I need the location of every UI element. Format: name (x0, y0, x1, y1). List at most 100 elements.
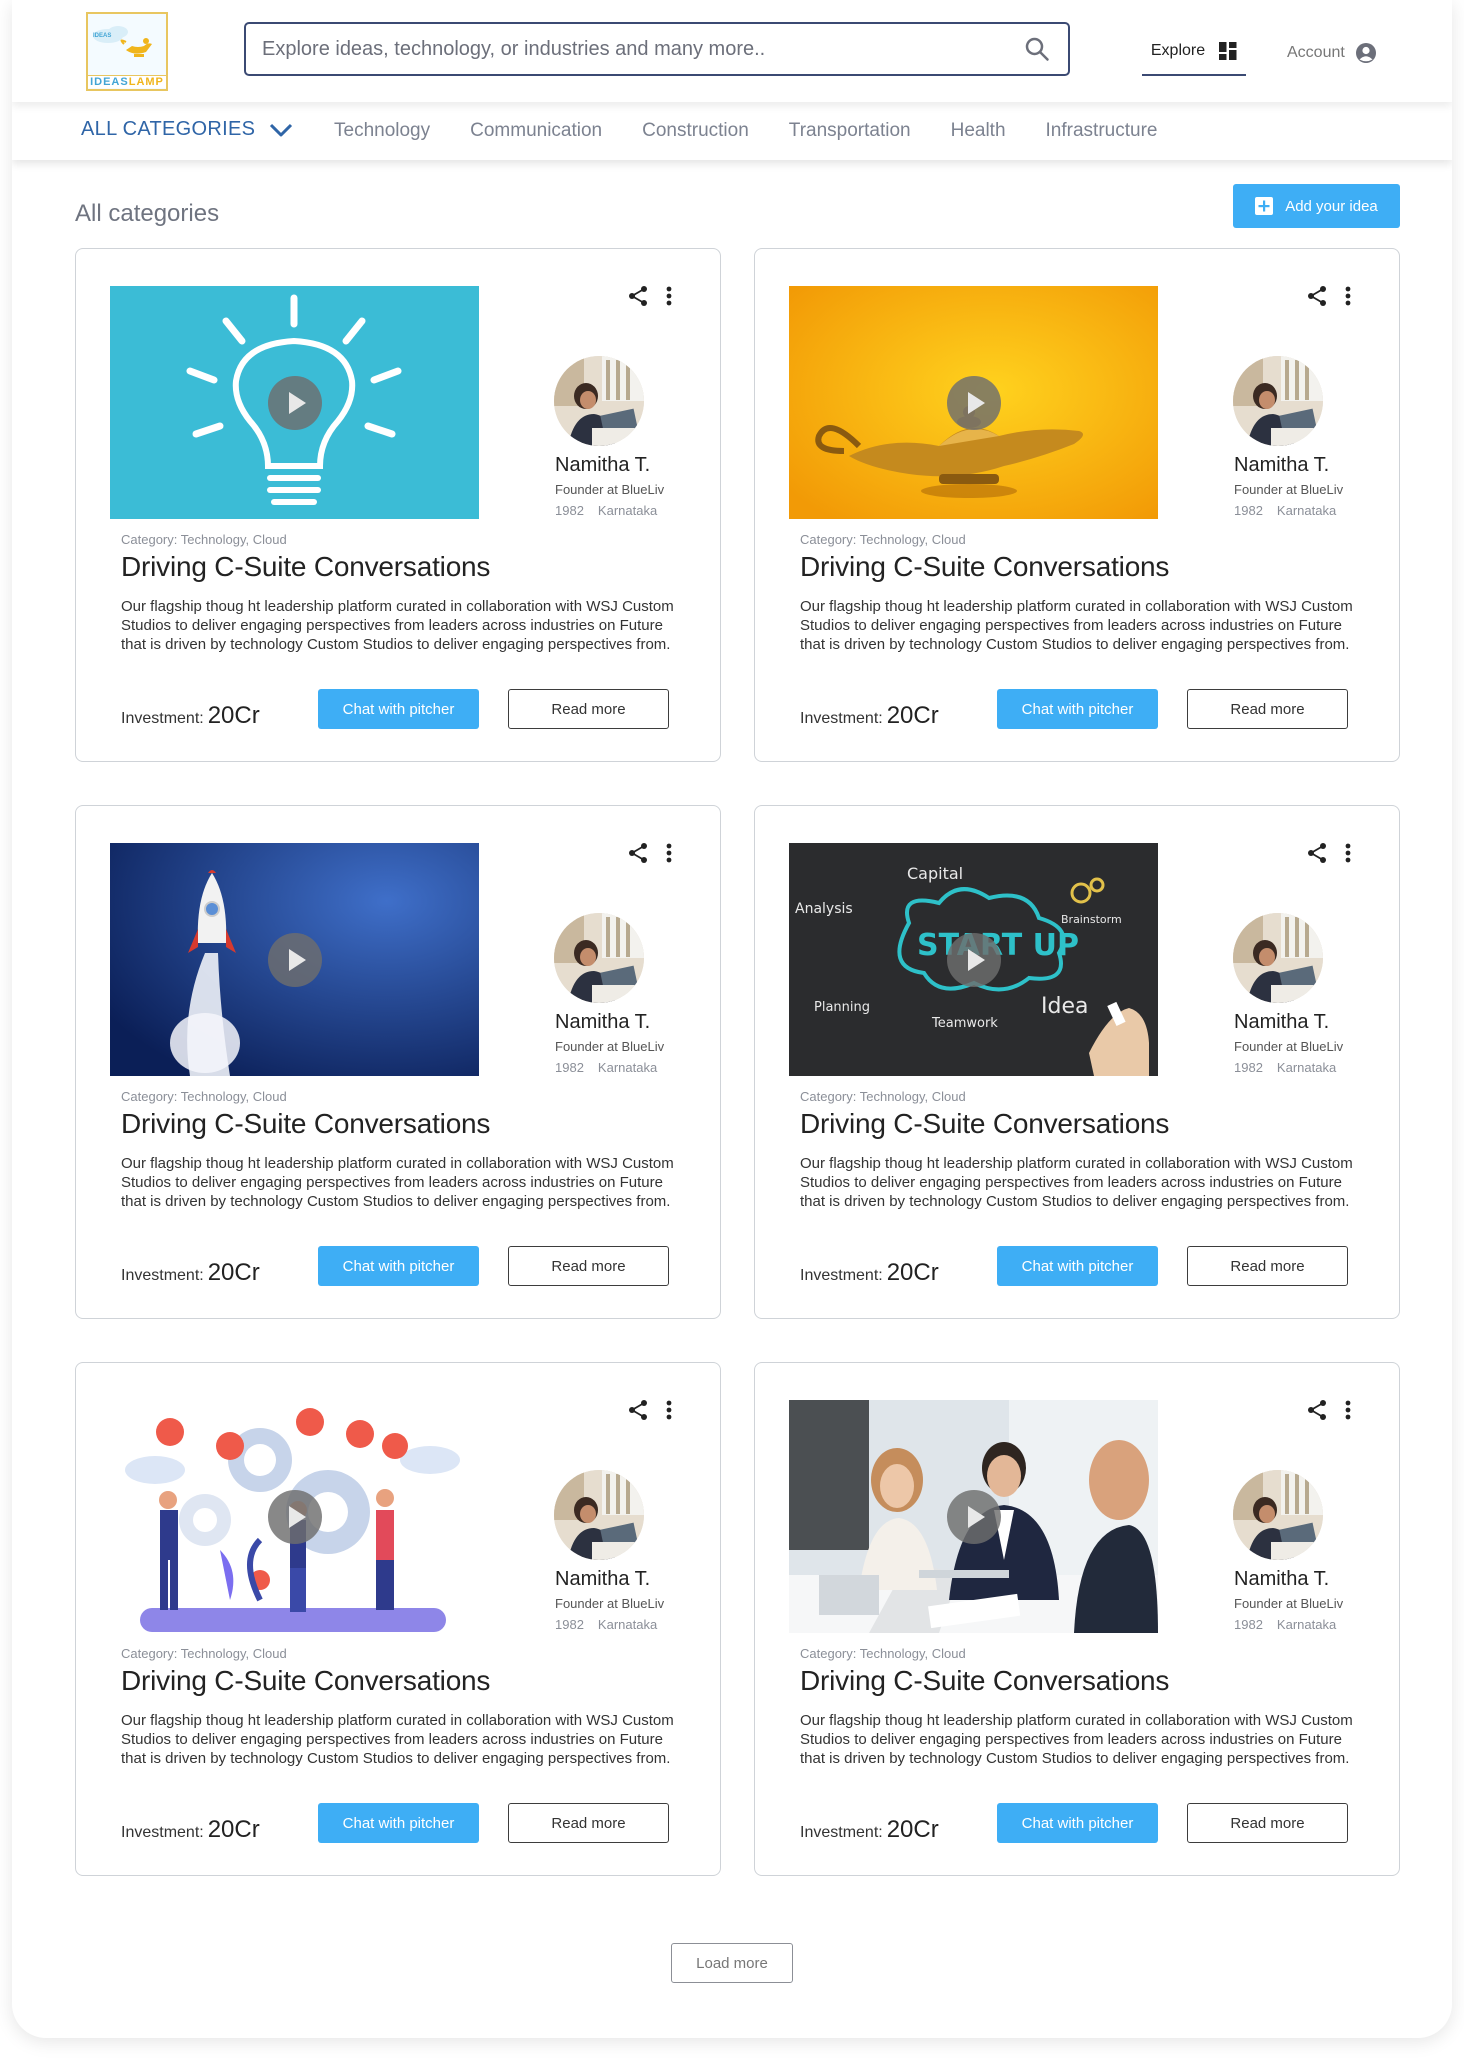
idea-title[interactable]: Driving C-Suite Conversations (121, 1665, 490, 1697)
chat-with-pitcher-button[interactable]: Chat with pitcher (318, 689, 479, 729)
category-link-technology[interactable]: Technology (334, 120, 430, 142)
chalk-word-planning: Planning (814, 1000, 870, 1015)
founder-location: Karnataka (597, 503, 658, 518)
idea-video-thumbnail[interactable] (110, 1400, 479, 1633)
idea-title[interactable]: Driving C-Suite Conversations (800, 1665, 1169, 1697)
founder-photo (1233, 1470, 1323, 1560)
investment: Investment: 20Cr (121, 1259, 260, 1287)
read-more-button[interactable]: Read more (508, 1246, 669, 1286)
founder-meta: 1982 Karnataka (555, 503, 657, 518)
investment-label: Investment: (800, 1824, 883, 1841)
more-vertical-icon[interactable] (665, 842, 673, 864)
share-icon[interactable] (627, 842, 649, 864)
idea-video-thumbnail[interactable] (110, 286, 479, 519)
explore-tab[interactable]: Explore (1142, 30, 1246, 76)
category-link-health[interactable]: Health (951, 120, 1006, 142)
share-icon[interactable] (627, 285, 649, 307)
chat-with-pitcher-button[interactable]: Chat with pitcher (318, 1246, 479, 1286)
plus-icon (1255, 197, 1274, 215)
more-vertical-icon[interactable] (665, 1399, 673, 1421)
founder-meta: 1982 Karnataka (1234, 1060, 1336, 1075)
read-more-button[interactable]: Read more (1187, 1803, 1348, 1843)
category-links: Technology Communication Construction Tr… (334, 120, 1157, 142)
add-idea-button[interactable]: Add your idea (1233, 184, 1400, 228)
idea-title[interactable]: Driving C-Suite Conversations (121, 1108, 490, 1140)
founder-photo (1233, 913, 1323, 1003)
play-icon[interactable] (947, 1490, 1001, 1544)
investment-value: 20Cr (207, 1259, 260, 1286)
chat-with-pitcher-button[interactable]: Chat with pitcher (997, 1803, 1158, 1843)
more-vertical-icon[interactable] (1344, 1399, 1352, 1421)
play-icon[interactable] (947, 933, 1001, 987)
play-icon[interactable] (268, 376, 322, 430)
read-more-button[interactable]: Read more (508, 689, 669, 729)
idea-category: Category: Technology, Cloud (800, 1089, 966, 1104)
founder-role: Founder at BlueLiv (1234, 1039, 1344, 1054)
founder-name: Namitha T. (555, 1011, 651, 1033)
founder-role: Founder at BlueLiv (1234, 482, 1344, 497)
founder-meta: 1982 Karnataka (555, 1060, 657, 1075)
idea-card-5: Namitha T. Founder at BlueLiv 1982 Karna… (75, 1362, 721, 1876)
founder-year: 1982 (555, 1617, 584, 1632)
play-icon[interactable] (268, 1490, 322, 1544)
founder-year: 1982 (1234, 503, 1263, 518)
founder-name: Namitha T. (1234, 1011, 1330, 1033)
more-vertical-icon[interactable] (1344, 285, 1352, 307)
category-link-infrastructure[interactable]: Infrastructure (1046, 120, 1158, 142)
idea-title[interactable]: Driving C-Suite Conversations (800, 1108, 1169, 1140)
idea-video-thumbnail[interactable] (789, 1400, 1158, 1633)
share-icon[interactable] (1306, 1399, 1328, 1421)
avatar[interactable] (554, 913, 644, 1003)
play-icon[interactable] (947, 376, 1001, 430)
read-more-button[interactable]: Read more (1187, 1246, 1348, 1286)
idea-title[interactable]: Driving C-Suite Conversations (800, 551, 1169, 583)
search-icon[interactable] (1024, 36, 1050, 62)
investment: Investment: 20Cr (800, 1816, 939, 1844)
avatar[interactable] (1233, 913, 1323, 1003)
chat-with-pitcher-button[interactable]: Chat with pitcher (997, 689, 1158, 729)
idea-category: Category: Technology, Cloud (121, 1646, 287, 1661)
idea-video-thumbnail[interactable] (110, 843, 479, 1076)
idea-video-thumbnail[interactable]: Capital Analysis Brainstorm Planning Tea… (789, 843, 1158, 1076)
founder-name: Namitha T. (555, 1568, 651, 1590)
avatar[interactable] (554, 1470, 644, 1560)
search-input[interactable] (262, 24, 982, 74)
top-header: IDEAS IDEASLAMP Explore Account (12, 0, 1452, 102)
idea-category: Category: Technology, Cloud (121, 1089, 287, 1104)
logo-wordmark: IDEASLAMP (88, 75, 166, 88)
category-link-transportation[interactable]: Transportation (789, 120, 911, 142)
founder-name: Namitha T. (1234, 1568, 1330, 1590)
avatar[interactable] (554, 356, 644, 446)
share-icon[interactable] (1306, 285, 1328, 307)
more-vertical-icon[interactable] (1344, 842, 1352, 864)
category-link-construction[interactable]: Construction (642, 120, 749, 142)
founder-meta: 1982 Karnataka (555, 1617, 657, 1632)
category-nav: ALL CATEGORIES Technology Communication … (12, 102, 1452, 160)
share-icon[interactable] (627, 1399, 649, 1421)
investment-label: Investment: (800, 710, 883, 727)
account-menu[interactable]: Account (1287, 30, 1377, 76)
share-icon[interactable] (1306, 842, 1328, 864)
play-icon[interactable] (268, 933, 322, 987)
investment: Investment: 20Cr (121, 1816, 260, 1844)
read-more-button[interactable]: Read more (1187, 689, 1348, 729)
more-vertical-icon[interactable] (665, 285, 673, 307)
lamp-logo-icon (93, 26, 152, 57)
chat-with-pitcher-button[interactable]: Chat with pitcher (318, 1803, 479, 1843)
chat-with-pitcher-button[interactable]: Chat with pitcher (997, 1246, 1158, 1286)
founder-name: Namitha T. (1234, 454, 1330, 476)
founder-role: Founder at BlueLiv (555, 1596, 665, 1611)
ideaslamp-logo[interactable]: IDEAS IDEASLAMP (86, 12, 168, 91)
investment: Investment: 20Cr (800, 702, 939, 730)
add-idea-label: Add your idea (1285, 197, 1378, 215)
category-link-communication[interactable]: Communication (470, 120, 602, 142)
idea-title[interactable]: Driving C-Suite Conversations (121, 551, 490, 583)
idea-card-3: Namitha T. Founder at BlueLiv 1982 Karna… (75, 805, 721, 1319)
read-more-button[interactable]: Read more (508, 1803, 669, 1843)
load-more-button[interactable]: Load more (671, 1943, 793, 1983)
avatar[interactable] (1233, 1470, 1323, 1560)
avatar[interactable] (1233, 356, 1323, 446)
investment: Investment: 20Cr (800, 1259, 939, 1287)
idea-video-thumbnail[interactable] (789, 286, 1158, 519)
all-categories-dropdown[interactable]: ALL CATEGORIES (81, 118, 293, 141)
